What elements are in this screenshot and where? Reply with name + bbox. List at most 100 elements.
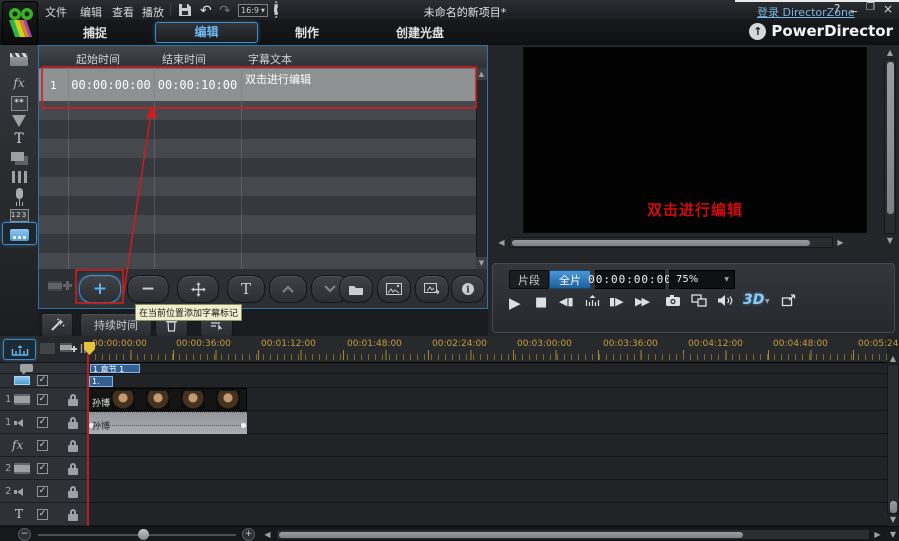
- tracks-scroll-down-icon[interactable]: ▼: [887, 514, 899, 524]
- storyboard-view-button[interactable]: [40, 343, 55, 354]
- clip-handle[interactable]: [241, 423, 246, 428]
- zoom-level-dropdown[interactable]: 75% ▼: [669, 270, 735, 289]
- next-frame-button[interactable]: ▮▶: [609, 295, 624, 308]
- previous-frame-button[interactable]: ◀▮: [559, 295, 574, 308]
- snapshot-camera-icon[interactable]: [665, 294, 681, 307]
- menu-edit[interactable]: 编辑: [80, 4, 102, 20]
- volume-speaker-icon[interactable]: [717, 294, 733, 307]
- next-marker-button[interactable]: [585, 294, 600, 307]
- import-subtitle-file-button[interactable]: [339, 275, 373, 303]
- audio-track-2-lane[interactable]: [88, 480, 887, 503]
- info-button[interactable]: i: [451, 275, 485, 303]
- chapter-marker[interactable]: 1 章节 1: [90, 364, 140, 373]
- tab-capture[interactable]: 捕捉: [55, 25, 135, 41]
- preview-video[interactable]: 双击进行编辑: [523, 47, 867, 233]
- pip-objects-room-icon[interactable]: **: [7, 94, 31, 112]
- enable-checkbox[interactable]: ✓: [37, 375, 48, 386]
- lock-icon[interactable]: [68, 399, 78, 406]
- movie-mode-button[interactable]: 全片: [549, 270, 591, 289]
- timeline-scroll-right-icon[interactable]: ▶: [872, 529, 883, 540]
- subtitle-start-time[interactable]: 00:00:00:00: [68, 78, 154, 92]
- video-track-2-lane[interactable]: [88, 457, 887, 480]
- aspect-ratio-dropdown[interactable]: 16:9 ▼: [238, 4, 268, 17]
- help-button[interactable]: ?: [834, 2, 840, 16]
- lock-icon[interactable]: [68, 491, 78, 498]
- subtitle-text-cell[interactable]: 双击进行编辑: [245, 71, 311, 87]
- tracks-scroll-up-icon[interactable]: ▲: [887, 353, 899, 363]
- chapter-track-lane[interactable]: [88, 363, 887, 374]
- enable-checkbox[interactable]: ✓: [37, 440, 48, 451]
- lock-icon[interactable]: [68, 422, 78, 429]
- preview-scroll-down-icon[interactable]: ▼: [884, 235, 896, 246]
- title-room-icon[interactable]: T: [7, 130, 31, 148]
- voice-over-room-icon[interactable]: [7, 186, 31, 204]
- lock-icon[interactable]: [68, 468, 78, 475]
- table-scroll-down-icon[interactable]: ▼: [476, 257, 487, 269]
- subtitle-overlay-text[interactable]: 双击进行编辑: [524, 199, 866, 220]
- dual-preview-icon[interactable]: [691, 294, 707, 307]
- preview-scroll-up-icon[interactable]: ▲: [884, 47, 896, 58]
- play-button[interactable]: ▶: [509, 294, 521, 312]
- clip-mode-button[interactable]: 片段: [509, 270, 549, 289]
- preview-vertical-thumb[interactable]: [887, 62, 894, 214]
- undo-icon[interactable]: ↶: [200, 3, 212, 19]
- timeline-horizontal-thumb[interactable]: [279, 532, 743, 538]
- subtitle-room-icon[interactable]: [7, 226, 31, 244]
- table-scroll-up-icon[interactable]: ▲: [476, 68, 487, 80]
- lock-icon[interactable]: [68, 514, 78, 521]
- undock-preview-icon[interactable]: [781, 294, 796, 307]
- subtitle-row-selected[interactable]: 1 00:00:00:00 00:00:10:00 双击进行编辑: [39, 68, 476, 103]
- audio-mixing-room-icon[interactable]: [7, 168, 31, 186]
- particle-room-icon[interactable]: [7, 112, 31, 130]
- zoom-slider-handle[interactable]: [138, 529, 149, 540]
- zoom-out-button[interactable]: −: [18, 528, 31, 541]
- restore-button[interactable]: ❐: [866, 2, 875, 13]
- tab-produce[interactable]: 制作: [267, 25, 347, 41]
- split-subtitle-button[interactable]: [177, 275, 219, 303]
- media-room-icon[interactable]: [7, 50, 31, 68]
- upload-icon[interactable]: ↑: [749, 23, 766, 40]
- menu-view[interactable]: 查看: [112, 4, 134, 20]
- save-icon[interactable]: [178, 3, 192, 17]
- preview-vertical-scrollbar[interactable]: [884, 59, 896, 234]
- tracks-vertical-thumb[interactable]: [890, 501, 897, 513]
- preview-timecode[interactable]: 00:00:00:00: [595, 270, 665, 289]
- audio-clip[interactable]: 孙博: [88, 412, 247, 434]
- tab-create-disc[interactable]: 创建光盘: [368, 25, 472, 41]
- redo-icon[interactable]: ↷: [219, 3, 231, 19]
- corner-scroll-down-icon[interactable]: ▼: [887, 529, 899, 540]
- lock-icon[interactable]: [68, 445, 78, 452]
- previous-subtitle-button[interactable]: [269, 275, 307, 303]
- effect-room-icon[interactable]: fx: [7, 74, 31, 92]
- add-subtitle-marker-button[interactable]: +: [79, 275, 121, 303]
- preview-scroll-left-icon[interactable]: ◀: [496, 237, 507, 248]
- 3d-mode-button[interactable]: 3D: [743, 292, 764, 308]
- enable-checkbox[interactable]: ✓: [37, 417, 48, 428]
- preview-horizontal-thumb[interactable]: [512, 240, 810, 246]
- preview-scroll-right-icon[interactable]: ▶: [835, 237, 846, 248]
- effect-track-lane[interactable]: [88, 434, 887, 457]
- remove-subtitle-marker-button[interactable]: −: [127, 275, 169, 303]
- title-track-lane[interactable]: [88, 503, 887, 526]
- transition-room-icon[interactable]: [7, 149, 31, 167]
- 3d-dropdown-icon[interactable]: ▼: [765, 298, 770, 305]
- timeline-ruler[interactable]: 00:00:00:00 00:00:36:00 00:01:12:00 00:0…: [88, 336, 887, 363]
- settings-gear-icon[interactable]: [274, 3, 278, 16]
- chapter-room-icon[interactable]: 123: [7, 206, 31, 224]
- zoom-slider-track[interactable]: [38, 534, 236, 536]
- timeline-scroll-left-icon[interactable]: ◀: [262, 529, 273, 540]
- import-image-button[interactable]: [377, 275, 411, 303]
- preview-horizontal-scrollbar[interactable]: [509, 237, 833, 248]
- enable-checkbox[interactable]: ✓: [37, 394, 48, 405]
- add-track-button[interactable]: [59, 341, 78, 356]
- menu-play[interactable]: 播放: [142, 4, 164, 20]
- enable-checkbox[interactable]: ✓: [37, 463, 48, 474]
- fast-forward-button[interactable]: ▶▶: [635, 295, 648, 308]
- timeline-view-button[interactable]: [3, 339, 36, 360]
- text-format-button[interactable]: T: [227, 275, 265, 303]
- close-button[interactable]: ×: [883, 2, 893, 16]
- subtitle-track-lane[interactable]: [88, 374, 887, 388]
- export-subtitle-button[interactable]: [415, 275, 449, 303]
- zoom-in-button[interactable]: +: [242, 528, 255, 541]
- video-clip[interactable]: 孙博: [88, 388, 247, 411]
